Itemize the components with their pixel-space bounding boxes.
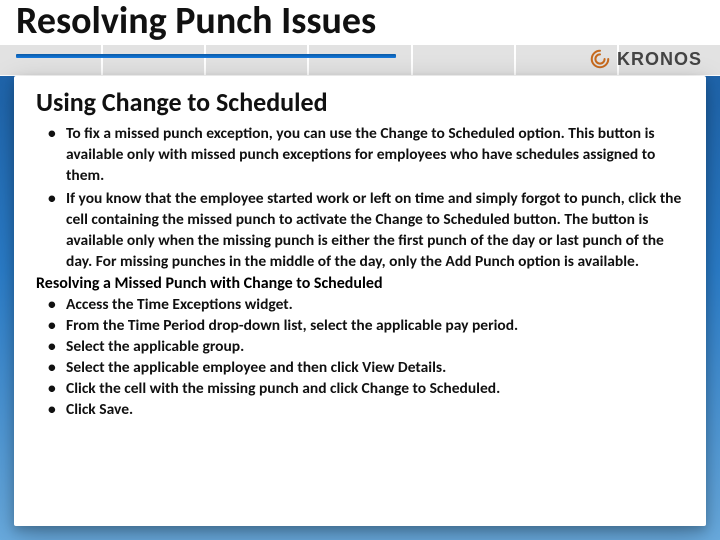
sub-heading: Resolving a Missed Punch with Change to …: [36, 274, 684, 293]
list-item: If you know that the employee started wo…: [36, 189, 684, 273]
page-title: Resolving Punch Issues: [16, 2, 704, 42]
brand-name: KRONOS: [617, 49, 702, 70]
title-underline: [16, 54, 396, 58]
list-item: To fix a missed punch exception, you can…: [36, 124, 684, 187]
list-item: Click the cell with the missing punch an…: [36, 379, 684, 400]
list-item: From the Time Period drop-down list, sel…: [36, 316, 684, 337]
content-panel: Using Change to Scheduled To fix a misse…: [14, 76, 706, 526]
section-title: Using Change to Scheduled: [36, 86, 684, 118]
list-item: Select the applicable employee and then …: [36, 358, 684, 379]
step-bullet-list: Access the Time Exceptions widget. From …: [36, 295, 684, 421]
list-item: Select the applicable group.: [36, 337, 684, 358]
title-bar: Resolving Punch Issues KRONOS: [0, 0, 720, 76]
list-item: Access the Time Exceptions widget.: [36, 295, 684, 316]
list-item: Click Save.: [36, 400, 684, 421]
intro-bullet-list: To fix a missed punch exception, you can…: [36, 124, 684, 272]
kronos-swirl-icon: [589, 48, 611, 70]
brand-logo: KRONOS: [589, 48, 702, 70]
